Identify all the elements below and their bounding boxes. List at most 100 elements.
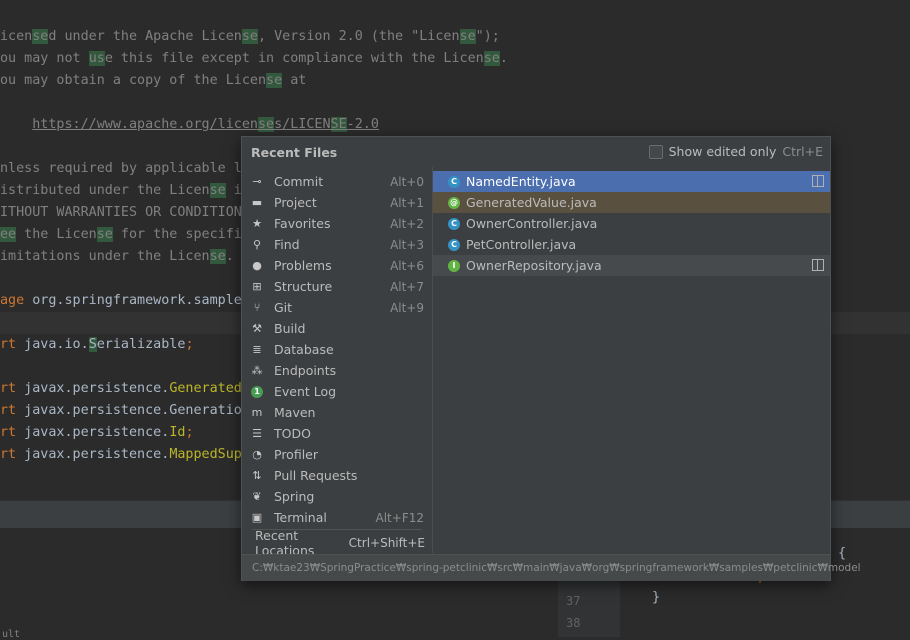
tool-window-commit[interactable]: ⊸ Commit Alt+0 (249, 171, 424, 192)
code-token: se (257, 117, 275, 132)
code-token: age (0, 293, 25, 308)
code-token: , Version 2.0 (the "Licen (257, 29, 460, 44)
tool-window-maven[interactable]: m Maven (249, 402, 424, 423)
code-token: ou may obtain a copy of the Licen (0, 73, 267, 88)
code-token: se (266, 73, 283, 88)
code-line: imitations under the License. (0, 246, 234, 268)
recent-file-item[interactable]: C OwnerController.java (433, 213, 830, 234)
code-token: javax.persistence. (16, 425, 170, 440)
tool-window-endpoints[interactable]: ⁂ Endpoints (249, 360, 424, 381)
tool-window-profiler[interactable]: ◔ Profiler (249, 444, 424, 465)
tool-window-shortcut: Alt+6 (390, 258, 424, 273)
tool-window-list: ⊸ Commit Alt+0 ▬ Project Alt+1 ★ Favorites Alt+2… (242, 167, 432, 553)
code-token: se (209, 249, 226, 264)
code-token: e this file except in compliance with th… (104, 51, 484, 66)
code-token: ou may not (0, 51, 89, 66)
show-edited-checkbox[interactable] (648, 144, 663, 159)
tool-window-todo[interactable]: ☰ TODO (249, 423, 424, 444)
interface-icon: I (448, 259, 460, 272)
show-edited-only-toggle[interactable]: Show edited only Ctrl+E (648, 144, 823, 159)
recent-file-item[interactable]: I OwnerRepository.java (433, 255, 830, 276)
event-log-badge: 1 (251, 385, 263, 398)
code-token: rt (0, 337, 17, 352)
code-token: se (32, 29, 49, 44)
tool-window-shortcut: Alt+9 (390, 300, 424, 315)
code-line: rt javax.persistence.Generation (0, 400, 250, 422)
code-token: javax.persistence.Generation (16, 403, 250, 418)
file-path: C:₩ktae23₩SpringPractice₩spring-petclini… (252, 562, 861, 574)
tool-window-find[interactable]: ⚲ Find Alt+3 (249, 234, 424, 255)
tool-window-pull-requests[interactable]: ⇅ Pull Requests (249, 465, 424, 486)
recent-file-name: OwnerController.java (466, 216, 598, 231)
database-icon: ≣ (252, 343, 262, 356)
open-in-split-icon[interactable] (812, 259, 824, 271)
code-line: rt javax.persistence.MappedSup (0, 444, 242, 466)
recent-files-popup: Recent Files Show edited only Ctrl+E ⊸ Co… (241, 136, 861, 581)
tool-window-shortcut: Alt+0 (390, 174, 424, 189)
commit-icon: ⊸ (252, 175, 262, 188)
tool-window-git[interactable]: ⑂ Git Alt+9 (249, 297, 424, 318)
code-token: ; (185, 337, 194, 352)
tool-window-label: Problems (274, 258, 332, 273)
tool-window-label: Favorites (274, 216, 331, 231)
tool-window-database[interactable]: ≣ Database (249, 339, 424, 360)
structure-icon: ⊞ (252, 280, 262, 293)
code-token: javax.persistence. (16, 447, 170, 462)
tool-window-event-log[interactable]: 1 Event Log (249, 381, 424, 402)
tool-window-label: Database (274, 342, 334, 357)
tool-window-spring[interactable]: ❦ Spring (249, 486, 424, 507)
tool-window-terminal[interactable]: ▣ Terminal Alt+F12 (249, 507, 424, 528)
recent-file-item[interactable]: C PetController.java (433, 234, 830, 255)
code-token: . (225, 249, 234, 264)
code-token: rt (0, 425, 17, 440)
tool-window-label: Maven (274, 405, 316, 420)
code-token: for the specifi (112, 227, 242, 242)
tool-window-structure[interactable]: ⊞ Structure Alt+7 (249, 276, 424, 297)
code-token: d under the Apache Licen (48, 29, 242, 44)
code-token: the Licen (16, 227, 97, 242)
tool-window-label: Find (274, 237, 300, 252)
code-line: nless required by applicable l (0, 158, 242, 180)
recent-file-item[interactable]: @ GeneratedValue.java (433, 192, 830, 213)
tool-window-favorites[interactable]: ★ Favorites Alt+2 (249, 213, 424, 234)
recent-file-list: C NamedEntity.java @ GeneratedValue.java C Ow… (433, 167, 830, 553)
tool-window-problems[interactable]: ● Problems Alt+6 (249, 255, 424, 276)
profiler-icon: ◔ (252, 448, 262, 461)
tool-window-build[interactable]: ⚒ Build (249, 318, 424, 339)
code-token: i (225, 183, 242, 198)
tool-window-label: Profiler (274, 447, 319, 462)
code-token: ee (0, 227, 17, 242)
code-line: https://www.apache.org/licenses/LICENSE-… (0, 114, 379, 136)
tool-window-label: TODO (274, 426, 311, 441)
tool-window-label: Build (274, 321, 306, 336)
tool-window-shortcut: Alt+1 (390, 195, 424, 210)
code-token: us (88, 51, 105, 66)
code-line: ITHOUT WARRANTIES OR CONDITION (0, 202, 242, 224)
code-token: rt (0, 447, 17, 462)
open-in-split-icon[interactable] (812, 175, 824, 187)
recent-file-item[interactable]: C NamedEntity.java (433, 171, 830, 192)
problems-icon: ● (252, 259, 262, 272)
code-token: se (483, 51, 500, 66)
code-token: rt (0, 403, 17, 418)
recent-locations-item[interactable]: Recent Locations Ctrl+Shift+E (255, 528, 425, 558)
code-token: org.springframework.sample (24, 293, 242, 308)
code-line: rt javax.persistence.Generated (0, 378, 242, 400)
code-token: imitations under the Licen (0, 249, 210, 264)
code-token: java.io. (16, 337, 89, 352)
popup-footer: C:₩ktae23₩SpringPractice₩spring-petclini… (242, 554, 861, 581)
maven-icon: m (251, 406, 263, 419)
tool-window-project[interactable]: ▬ Project Alt+1 (249, 192, 424, 213)
tool-window-label: Spring (274, 489, 315, 504)
tool-window-shortcut: Alt+7 (390, 279, 424, 294)
recent-file-name: PetController.java (466, 237, 577, 252)
code-line: rt javax.persistence.Id; (0, 422, 194, 444)
event-log-icon: 1 (249, 384, 265, 400)
tool-window-label: Git (274, 300, 293, 315)
popup-header: Recent Files Show edited only Ctrl+E (242, 137, 830, 167)
code-token: S (88, 337, 97, 352)
tool-window-shortcut: Alt+F12 (375, 510, 424, 525)
code-token: rt (0, 381, 17, 396)
recent-locations-shortcut: Ctrl+Shift+E (348, 536, 425, 550)
